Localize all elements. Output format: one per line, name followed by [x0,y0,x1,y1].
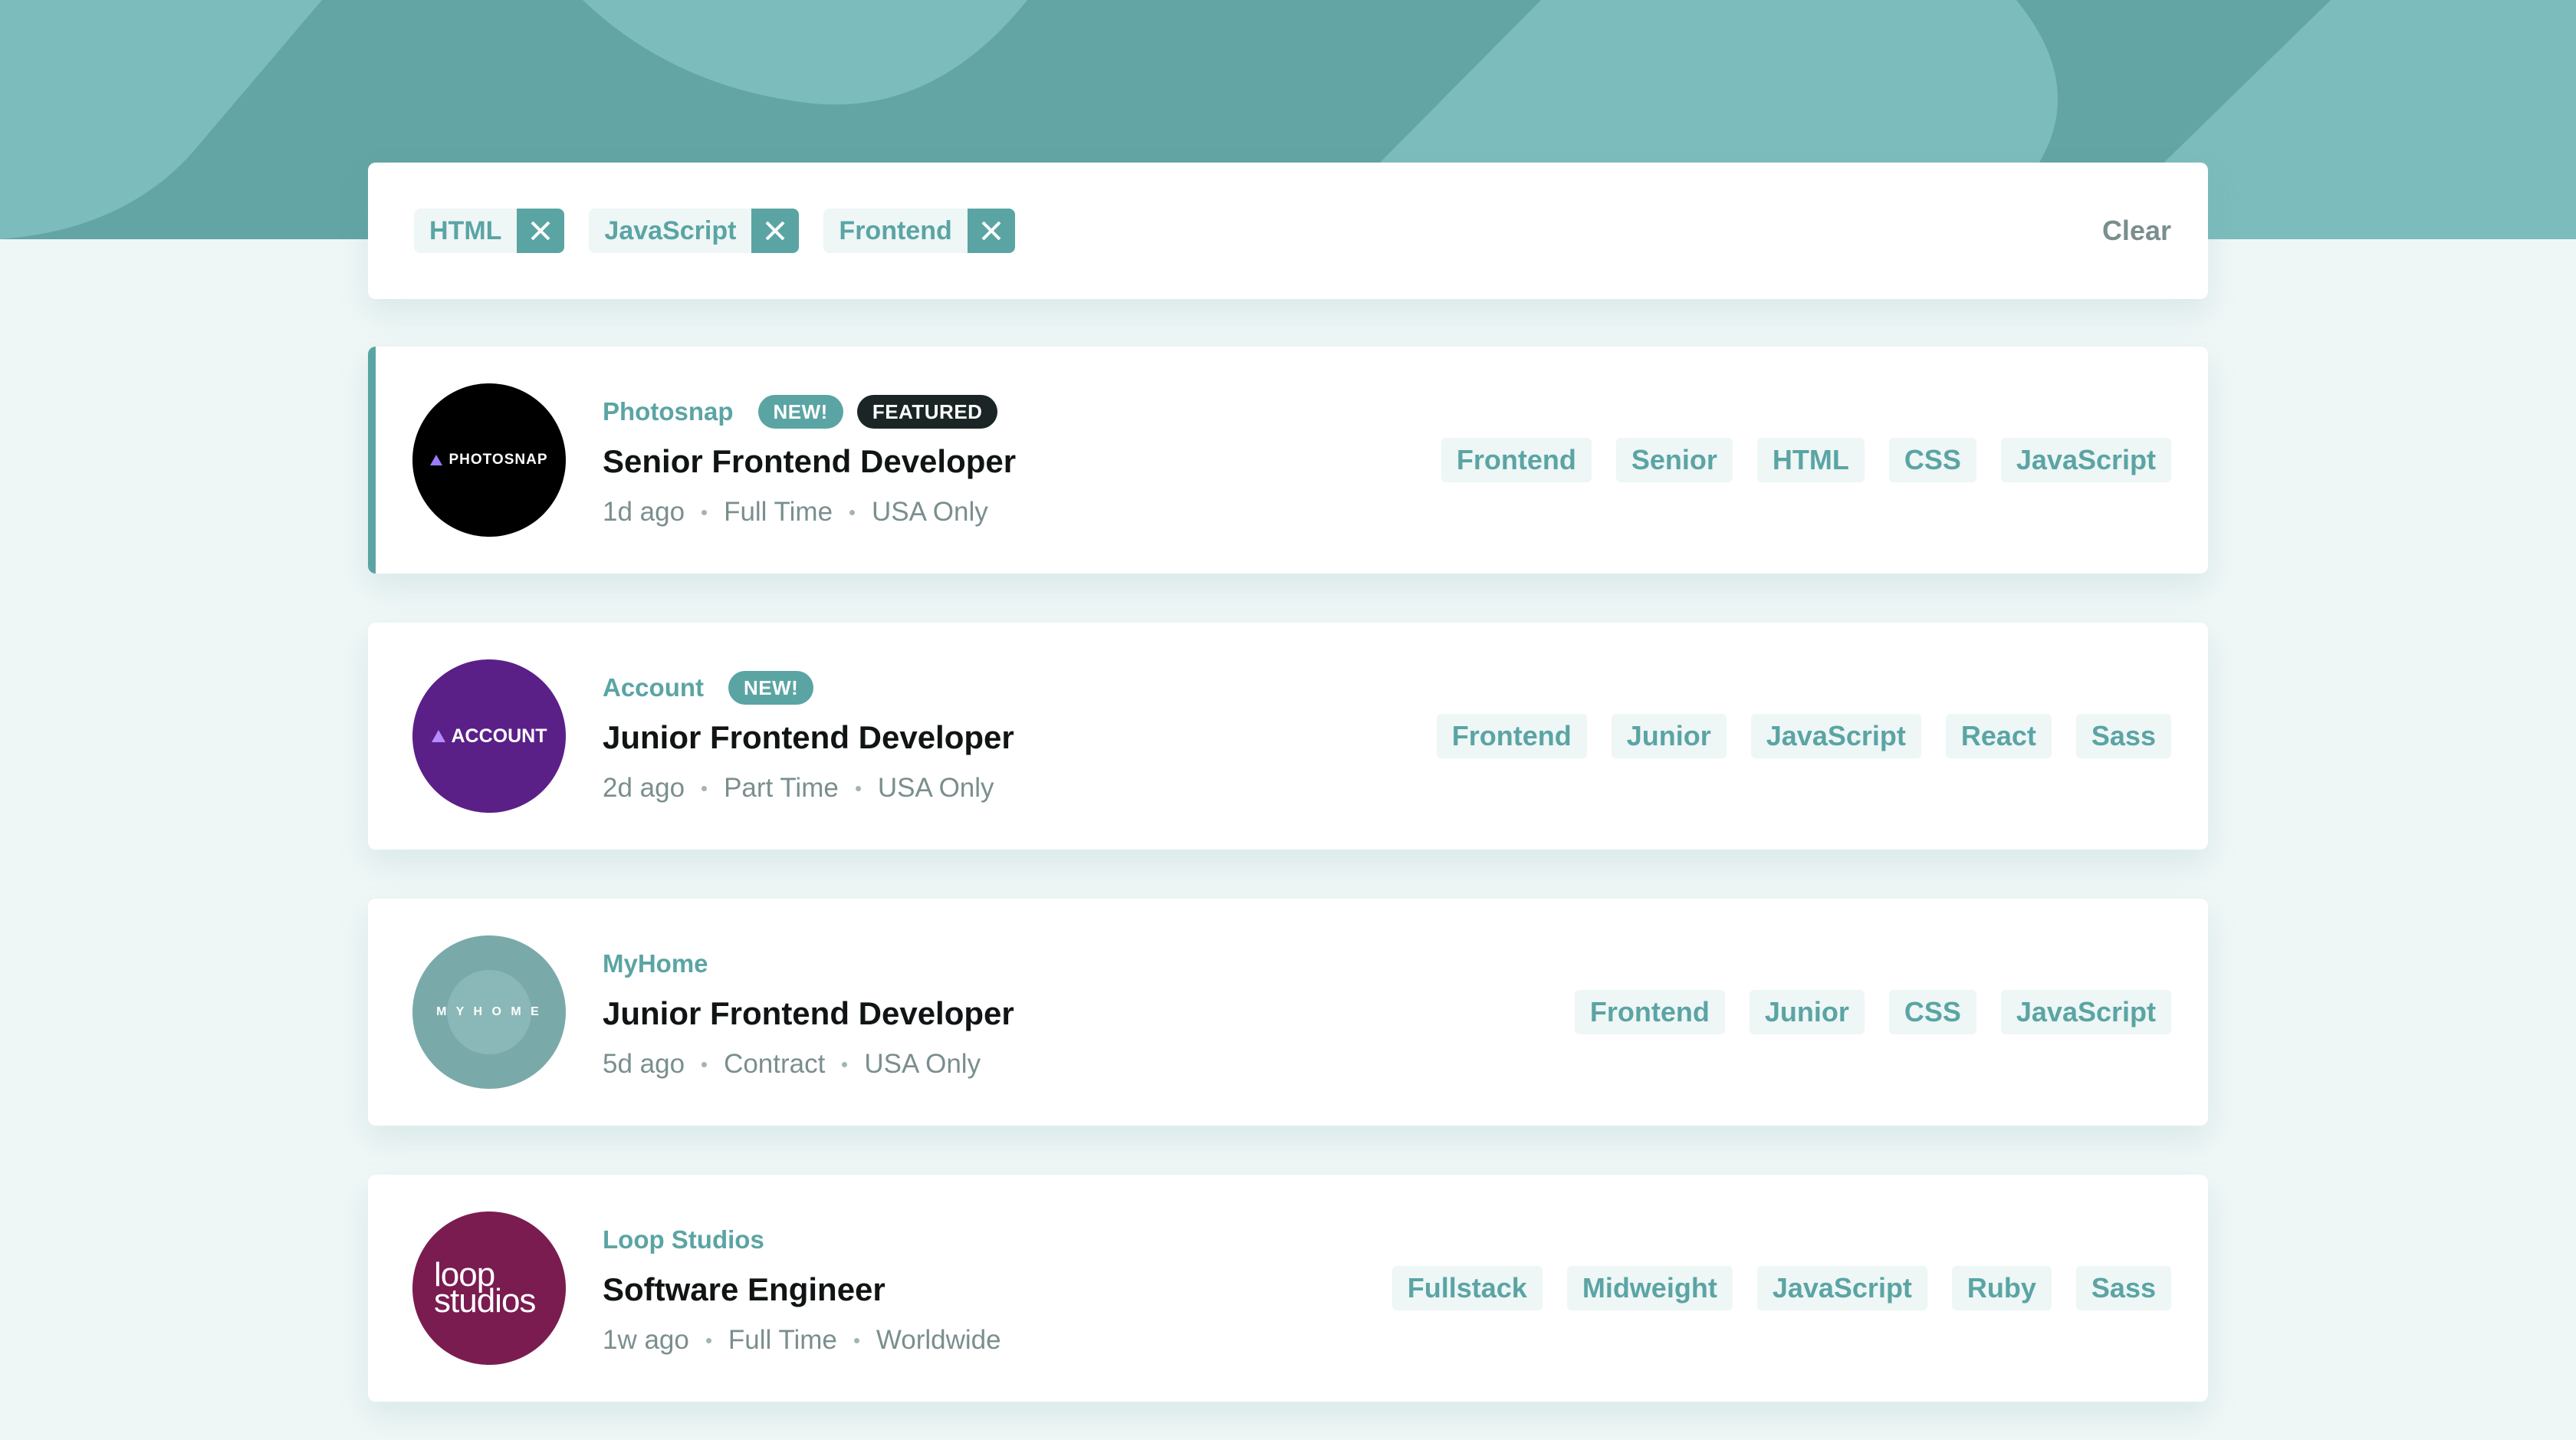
job-location: USA Only [872,497,988,527]
job-tag[interactable]: JavaScript [1756,1266,1927,1310]
job-tag[interactable]: Sass [2075,714,2171,758]
company-name: Photosnap [603,397,734,426]
job-tag[interactable]: JavaScript [2000,438,2171,482]
job-location: Worldwide [876,1325,1001,1355]
job-list: PHOTOSNAP Photosnap NEW! FEATURED Senior… [368,347,2208,1402]
new-badge: NEW! [757,395,843,429]
posted-at: 2d ago [603,773,685,803]
logo-text: M Y H O M E [436,1005,542,1018]
job-tag[interactable]: Senior [1615,438,1733,482]
company-name: Loop Studios [603,1225,764,1254]
job-info: Loop Studios Software Engineer 1w ago Fu… [603,1221,1392,1356]
job-info: Photosnap NEW! FEATURED Senior Frontend … [603,393,1441,528]
job-tag[interactable]: JavaScript [2000,990,2171,1034]
remove-filter-button[interactable] [517,209,565,253]
main-content: HTML JavaScript Frontend Clear PHOTOSNAP… [368,163,2208,1402]
job-info: MyHome Junior Frontend Developer 5d ago … [603,945,1575,1080]
triangle-icon [431,730,445,742]
job-meta: 1d ago Full Time USA Only [603,497,1441,528]
job-meta: 5d ago Contract USA Only [603,1049,1575,1080]
job-tag[interactable]: Junior [1749,990,1865,1034]
job-card: ACCOUNT Account NEW! Junior Frontend Dev… [368,623,2208,850]
job-tag[interactable]: Frontend [1436,714,1587,758]
job-location: USA Only [864,1049,981,1079]
job-info: Account NEW! Junior Frontend Developer 2… [603,669,1437,804]
job-tag[interactable]: CSS [1888,438,1976,482]
featured-badge: FEATURED [856,395,998,429]
remove-filter-button[interactable] [967,209,1015,253]
filter-chip: JavaScript [589,209,800,253]
job-tags: Frontend Junior CSS JavaScript [1574,990,2171,1034]
filter-chip-label: JavaScript [589,209,752,253]
posted-at: 5d ago [603,1049,685,1079]
job-tag[interactable]: JavaScript [1750,714,1921,758]
job-position[interactable]: Software Engineer [603,1271,1392,1308]
close-icon [766,221,785,241]
job-meta: 1w ago Full Time Worldwide [603,1325,1392,1356]
logo-text: ACCOUNT [451,725,547,747]
filter-bar: HTML JavaScript Frontend Clear [368,163,2208,299]
job-tag[interactable]: Junior [1611,714,1727,758]
job-tag[interactable]: React [1945,714,2052,758]
job-location: USA Only [877,773,994,803]
job-tag[interactable]: Midweight [1566,1266,1733,1310]
job-meta: 2d ago Part Time USA Only [603,773,1437,804]
company-name: MyHome [603,949,708,978]
posted-at: 1w ago [603,1325,689,1355]
job-header: Loop Studios [603,1221,1392,1259]
posted-at: 1d ago [603,497,685,527]
job-tag[interactable]: Fullstack [1392,1266,1543,1310]
separator-dot [702,1061,708,1067]
filter-chip-label: Frontend [823,209,968,253]
remove-filter-button[interactable] [751,209,800,253]
close-icon [531,221,550,241]
job-position[interactable]: Senior Frontend Developer [603,443,1441,480]
new-badge: NEW! [728,671,814,705]
job-header: Photosnap NEW! FEATURED [603,393,1441,431]
separator-dot [842,1061,848,1067]
job-position[interactable]: Junior Frontend Developer [603,995,1575,1032]
company-logo: ACCOUNT [412,659,566,813]
logo-text-line2: studios [434,1282,536,1320]
job-position[interactable]: Junior Frontend Developer [603,719,1437,756]
job-tag[interactable]: Frontend [1441,438,1592,482]
company-logo: loop studios [412,1212,566,1365]
separator-dot [702,509,708,515]
job-tags: Frontend Junior JavaScript React Sass [1436,714,2171,758]
job-card: PHOTOSNAP Photosnap NEW! FEATURED Senior… [368,347,2208,574]
separator-dot [853,1337,859,1343]
separator-dot [855,785,861,791]
job-card: loop studios Loop Studios Software Engin… [368,1175,2208,1402]
job-tags: Frontend Senior HTML CSS JavaScript [1441,438,2171,482]
job-tags: Fullstack Midweight JavaScript Ruby Sass [1392,1266,2171,1310]
separator-dot [849,509,856,515]
contract-type: Full Time [724,497,833,527]
company-logo: PHOTOSNAP [412,383,566,537]
triangle-icon [430,455,443,465]
job-tag[interactable]: Ruby [1951,1266,2052,1310]
clear-filters-button[interactable]: Clear [2102,215,2171,247]
job-tag[interactable]: Frontend [1574,990,1725,1034]
separator-dot [702,785,708,791]
logo-text: PHOTOSNAP [449,452,548,468]
company-name: Account [603,673,704,702]
filter-chip-label: HTML [414,209,518,253]
job-card: M Y H O M E MyHome Junior Frontend Devel… [368,899,2208,1126]
contract-type: Contract [724,1049,826,1079]
filter-chip: HTML [414,209,565,253]
company-logo: M Y H O M E [412,935,566,1089]
filter-chips: HTML JavaScript Frontend [414,209,2102,253]
job-tag[interactable]: HTML [1756,438,1865,482]
contract-type: Full Time [728,1325,837,1355]
contract-type: Part Time [724,773,839,803]
separator-dot [705,1337,711,1343]
job-tag[interactable]: Sass [2075,1266,2171,1310]
filter-chip: Frontend [823,209,1015,253]
job-header: MyHome [603,945,1575,983]
job-tag[interactable]: CSS [1888,990,1976,1034]
close-icon [981,221,1001,241]
job-header: Account NEW! [603,669,1437,707]
